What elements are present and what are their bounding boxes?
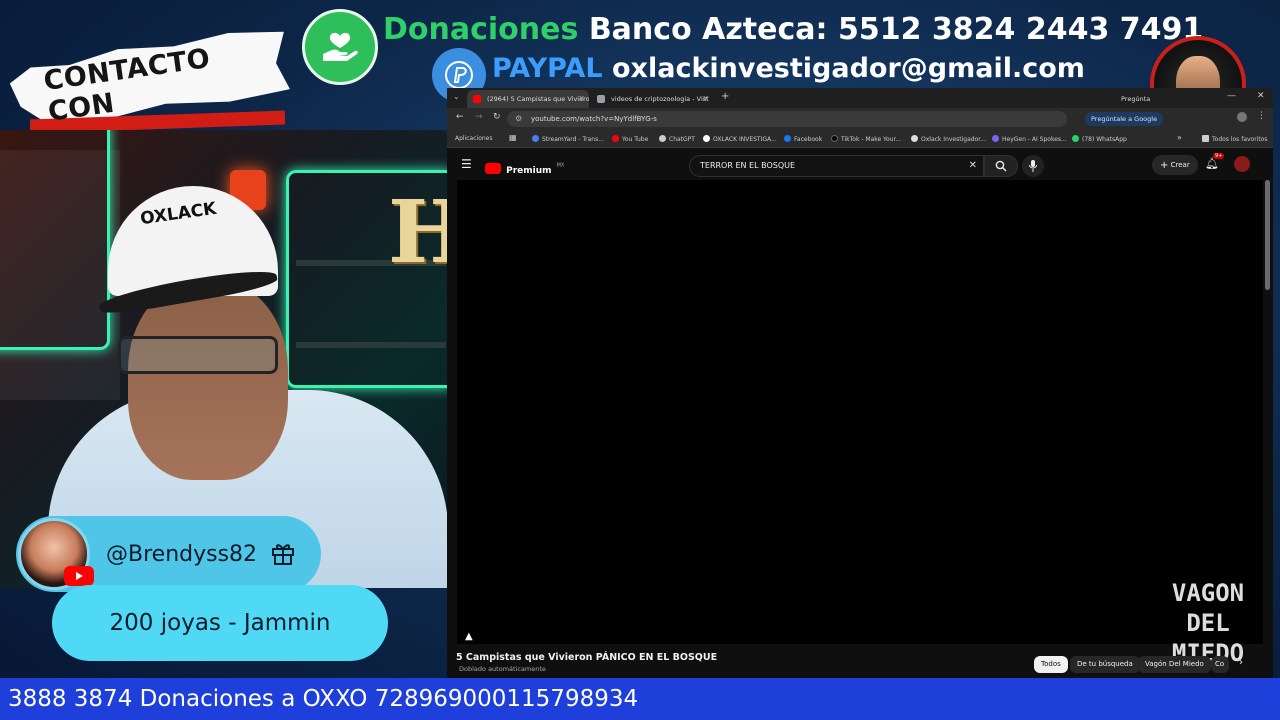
clear-search-icon[interactable]: ✕ [969, 160, 977, 171]
banner-donations-line: Donaciones Banco Azteca: 5512 3824 2443 … [383, 12, 1203, 47]
gift-icon [270, 540, 296, 566]
tab-close-icon[interactable]: ✕ [702, 94, 709, 103]
address-bar[interactable]: ⚙ youtube.com/watch?v=NyYdlfBYG-s [507, 111, 1067, 127]
back-arrow-icon[interactable]: ← [456, 112, 464, 122]
person-face [128, 280, 288, 480]
bookmark-item[interactable]: Facebook [784, 135, 822, 143]
donor-username: @Brendyss82 [106, 542, 258, 567]
search-icon [995, 160, 1007, 172]
all-bookmarks-folder[interactable]: Todos los favoritos [1202, 135, 1268, 143]
tab-search-icon[interactable]: ⌄ [453, 92, 460, 101]
google-favicon [597, 95, 605, 103]
browser-window: ⌄ (2964) 5 Campistas que Vivieron ✕ vide… [447, 88, 1273, 678]
mouse-cursor-icon: ▲ [465, 631, 473, 642]
forward-arrow-icon[interactable]: → [475, 112, 483, 122]
paypal-email: oxlackinvestigador@gmail.com [612, 53, 1085, 84]
search-button[interactable] [984, 155, 1018, 177]
donations-label: Donaciones [383, 12, 579, 47]
video-title: 5 Campistas que Vivieron PÁNICO EN EL BO… [456, 652, 718, 663]
auto-dubbed-note: Doblado automáticamente [459, 665, 546, 673]
shelf-board [296, 342, 446, 348]
bookmark-item[interactable]: (78) WhatsApp [1072, 135, 1127, 143]
browser-toolbar: ← → ↻ ⚙ youtube.com/watch?v=NyYdlfBYG-s … [447, 108, 1273, 130]
close-window-button[interactable]: ✕ [1257, 91, 1265, 101]
bookmark-item[interactable]: HeyGen - AI Spokes... [992, 135, 1067, 143]
bookmarks-bar: Aplicaciones ▦ StreamYard - Trans... You… [447, 130, 1273, 148]
paypal-label: PAYPAL [492, 53, 603, 84]
url-text: youtube.com/watch?v=NyYdlfBYG-s [531, 115, 657, 123]
alert-message-pill: 200 joyas - Jammin [52, 585, 388, 661]
new-tab-button[interactable]: + [721, 91, 729, 102]
notification-count-badge: 9+ [1213, 153, 1225, 159]
hamburger-menu-icon[interactable]: ☰ [461, 157, 472, 171]
minimize-button[interactable]: — [1227, 91, 1236, 101]
browser-menu-icon[interactable]: ⋮ [1257, 111, 1266, 121]
reload-icon[interactable]: ↻ [493, 112, 501, 122]
page-scrollbar[interactable] [1265, 180, 1270, 290]
tab-youtube-video[interactable]: (2964) 5 Campistas que Vivieron ✕ [467, 90, 589, 108]
microphone-icon [1029, 160, 1037, 172]
bookmark-item[interactable]: ChatGPT [659, 135, 695, 143]
video-player[interactable]: ▲ [457, 180, 1263, 644]
bookmark-item[interactable]: You Tube [612, 135, 648, 143]
youtube-play-icon [485, 163, 501, 174]
profile-avatar[interactable] [1237, 112, 1247, 122]
apps-grid-icon[interactable]: ▦ [509, 133, 517, 142]
tab-bar: ⌄ (2964) 5 Campistas que Vivieron ✕ vide… [447, 88, 1273, 108]
chip-channel[interactable]: Vagón Del Miedo [1138, 656, 1211, 673]
bookmark-item[interactable]: StreamYard - Trans... [532, 135, 604, 143]
tab-ask-google[interactable]: Pregúnta [1107, 90, 1177, 108]
tab-close-icon[interactable]: ✕ [578, 94, 585, 103]
bank-account-text: Banco Azteca: 5512 3824 2443 7491 [588, 12, 1204, 47]
more-bookmarks-icon[interactable]: » [1177, 133, 1182, 142]
youtube-header: ☰ Premium MX TERROR EN EL BOSQUE ✕ + Cre… [457, 150, 1273, 180]
tab-search-results[interactable]: videos de criptozoologia - Vist ✕ [591, 90, 713, 108]
chip-from-search[interactable]: De tu búsqueda [1070, 656, 1140, 673]
bookmark-item[interactable]: OXLACK INVESTIGA... [703, 135, 777, 143]
ask-google-button[interactable]: Pregúntale a Google [1085, 112, 1164, 126]
voice-search-button[interactable] [1022, 155, 1044, 177]
donation-hand-heart-icon [302, 9, 378, 85]
site-info-icon[interactable]: ⚙ [515, 114, 522, 123]
plus-icon: + [1160, 160, 1169, 171]
youtube-favicon [473, 95, 481, 103]
bookmark-item[interactable]: Oxlack Investigador... [911, 135, 986, 143]
chip-more[interactable]: Co [1211, 656, 1229, 673]
youtube-icon [64, 566, 94, 586]
alert-message: 200 joyas - Jammin [109, 610, 331, 636]
person-glasses [118, 336, 278, 374]
youtube-search-input[interactable]: TERROR EN EL BOSQUE ✕ [689, 155, 984, 177]
account-avatar[interactable] [1234, 156, 1250, 172]
bookmark-item[interactable]: Aplicaciones [455, 135, 492, 142]
neon-light-left [0, 130, 110, 350]
donation-ticker: 0 3888 3874 Donaciones a OXXO 7289690001… [0, 678, 1280, 720]
chevron-right-icon[interactable]: › [1239, 657, 1243, 668]
create-button[interactable]: + Crear [1152, 155, 1198, 175]
banner-paypal-line: PAYPAL oxlackinvestigador@gmail.com [492, 53, 1085, 84]
chip-all[interactable]: Todos [1034, 656, 1068, 673]
youtube-logo[interactable]: Premium MX [485, 158, 564, 177]
bookmark-item[interactable]: TikTok - Make Your... [831, 135, 901, 143]
ticker-text: 0 3888 3874 Donaciones a OXXO 7289690001… [0, 686, 639, 712]
channel-watermark: VAGON DEL MIEDO [1171, 579, 1245, 667]
